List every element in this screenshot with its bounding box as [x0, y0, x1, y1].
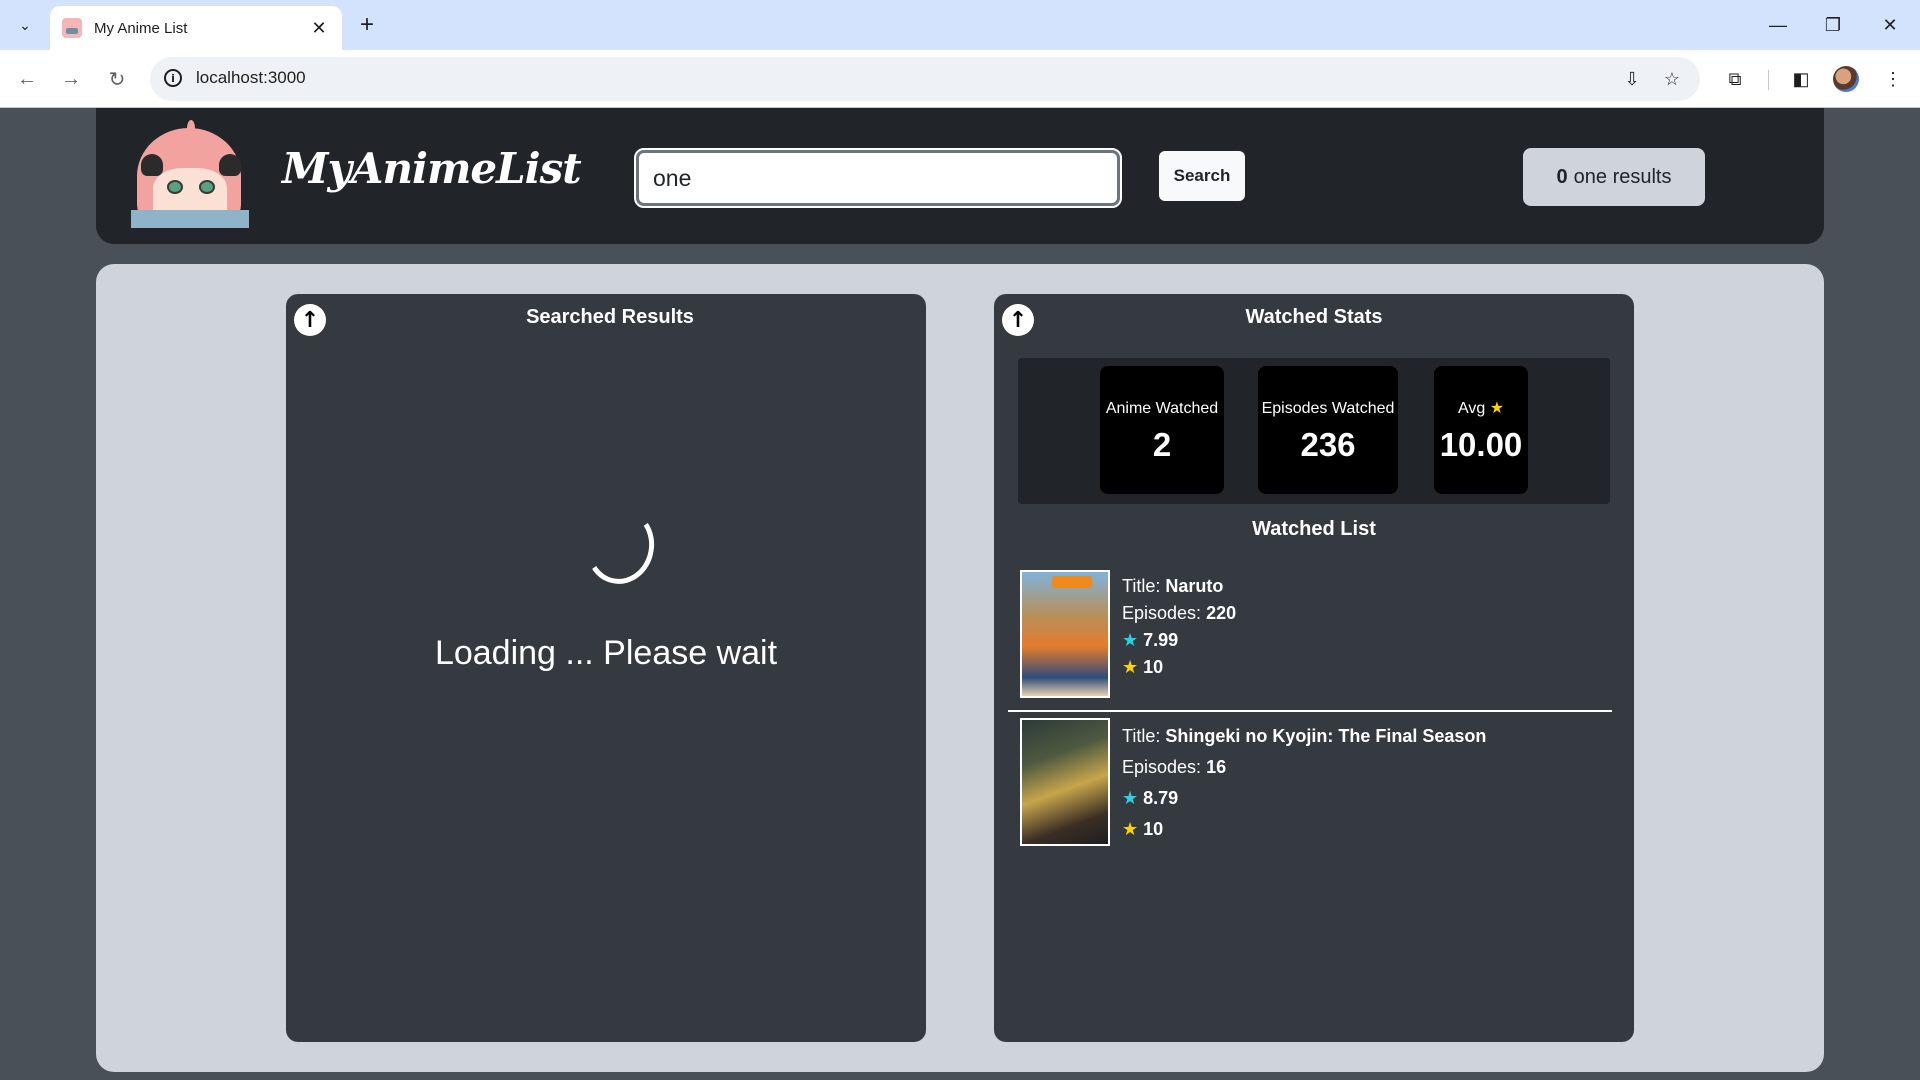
watched-stats-panel: ↑ Watched Stats Anime Watched 2 Episodes… — [994, 294, 1634, 1042]
toolbar-divider — [1768, 70, 1769, 90]
anime-score: 8.79 — [1143, 788, 1179, 808]
stat-anime-watched: Anime Watched 2 — [1100, 366, 1224, 494]
anime-title: Shingeki no Kyojin: The Final Season — [1165, 726, 1487, 746]
stat-label: Episodes Watched — [1261, 400, 1395, 417]
list-item[interactable]: Title: Shingeki no Kyojin: The Final Sea… — [1008, 718, 1612, 858]
brand-title: MyAnimeList — [282, 144, 582, 193]
browser-menu-icon[interactable]: ⋮ — [1878, 64, 1908, 94]
results-count-badge: 0 one results — [1523, 148, 1705, 206]
star-icon: ★ — [1122, 630, 1139, 650]
window-close-icon[interactable]: ✕ — [1870, 10, 1910, 40]
search-input[interactable] — [634, 148, 1122, 208]
profile-avatar[interactable] — [1833, 66, 1859, 92]
tab-close-icon[interactable]: ✕ — [308, 17, 330, 39]
back-arrow-icon[interactable]: ← — [12, 64, 42, 94]
anime-episodes: 220 — [1206, 603, 1237, 623]
star-icon: ★ — [1489, 400, 1505, 417]
user-rating: 10 — [1143, 819, 1164, 839]
loading-message: Loading ... Please wait — [434, 634, 778, 672]
anime-info: Title: Shingeki no Kyojin: The Final Sea… — [1122, 726, 1487, 839]
anime-episodes: 16 — [1206, 757, 1227, 777]
stats-summary: Anime Watched 2 Episodes Watched 236 Avg… — [1018, 358, 1610, 504]
tab-list-chevron-icon[interactable]: ⌄ — [10, 12, 40, 38]
anya-logo — [131, 120, 249, 228]
watched-list-title: Watched List — [1252, 518, 1376, 540]
star-icon: ★ — [1122, 657, 1139, 677]
stat-value: 236 — [1300, 426, 1356, 463]
tab-title: My Anime List — [94, 19, 188, 37]
browser-toolbar: ← → ↻ i localhost:3000 ⇩ ☆ ⧉ ◧ ⋮ — [0, 50, 1920, 108]
stat-value: 2 — [1152, 426, 1172, 463]
address-bar[interactable]: i localhost:3000 ⇩ ☆ — [150, 57, 1700, 101]
searched-results-title: Searched Results — [526, 306, 694, 328]
anime-info: Title: Naruto Episodes: 220 ★ 7.99 ★ 10 — [1122, 576, 1237, 677]
reload-icon[interactable]: ↻ — [102, 64, 132, 94]
star-icon: ★ — [1122, 819, 1139, 839]
browser-tab-active[interactable]: My Anime List ✕ — [50, 6, 342, 50]
anime-title: Naruto — [1165, 576, 1224, 596]
stat-value: 10.00 — [1439, 426, 1523, 463]
stat-label: Avg ★ — [1457, 400, 1505, 417]
forward-arrow-icon[interactable]: → — [56, 64, 86, 94]
stat-average-rating: Avg ★ 10.00 — [1434, 366, 1528, 494]
new-tab-plus-icon[interactable]: + — [352, 10, 382, 40]
anime-poster — [1020, 718, 1110, 846]
side-panel-icon[interactable]: ◧ — [1786, 64, 1816, 94]
restore-icon[interactable]: ❐ — [1813, 10, 1853, 40]
results-label: one results — [1573, 165, 1672, 188]
stat-label: Anime Watched — [1105, 400, 1219, 417]
site-info-icon[interactable]: i — [164, 69, 182, 87]
item-divider — [1008, 710, 1612, 712]
search-button[interactable]: Search — [1159, 151, 1245, 201]
watched-stats-title: Watched Stats — [1245, 306, 1383, 328]
bookmark-star-icon[interactable]: ☆ — [1660, 67, 1684, 91]
anime-poster — [1020, 570, 1110, 698]
browser-tabstrip: ⌄ My Anime List ✕ + — ❐ ✕ — [0, 0, 1920, 50]
results-count: 0 — [1556, 165, 1568, 188]
minimize-icon[interactable]: — — [1758, 10, 1798, 40]
install-app-icon[interactable]: ⇩ — [1620, 67, 1644, 91]
app-header: MyAnimeList Search 0 one results — [96, 108, 1824, 244]
searched-results-panel: ↑ Searched Results Loading ... Please wa… — [286, 294, 926, 1042]
stat-episodes-watched: Episodes Watched 236 — [1258, 366, 1398, 494]
extensions-puzzle-icon[interactable]: ⧉ — [1720, 64, 1750, 94]
loading-spinner-icon — [579, 502, 661, 590]
list-item[interactable]: Title: Naruto Episodes: 220 ★ 7.99 ★ 10 — [1008, 562, 1612, 712]
address-url[interactable]: localhost:3000 — [196, 68, 306, 88]
star-icon: ★ — [1122, 788, 1139, 808]
anime-score: 7.99 — [1143, 630, 1179, 650]
user-rating: 10 — [1143, 657, 1164, 677]
main-content: ↑ Searched Results Loading ... Please wa… — [96, 264, 1824, 1072]
tab-favicon-icon — [62, 18, 82, 38]
